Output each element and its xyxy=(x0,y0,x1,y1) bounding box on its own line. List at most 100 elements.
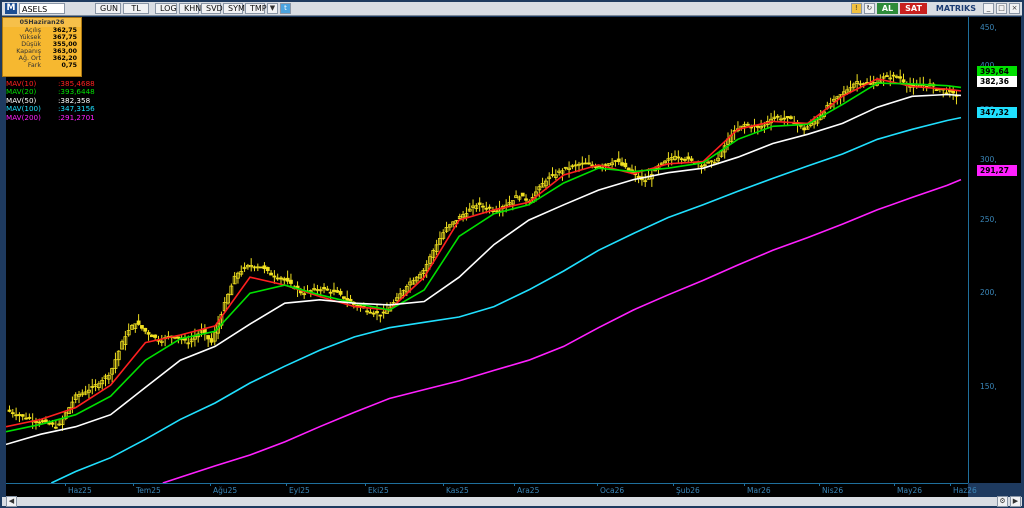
refresh-icon[interactable]: ↻ xyxy=(863,3,875,14)
x-tick-label: Eki25 xyxy=(368,486,389,495)
candle-body xyxy=(481,205,485,208)
candle-body xyxy=(524,198,528,201)
candle-body xyxy=(342,296,346,299)
candle-body xyxy=(14,414,19,417)
price-tag: 347,32 xyxy=(977,107,1017,119)
notification-icon[interactable]: ! xyxy=(850,3,862,14)
info-label: Açılış xyxy=(24,27,41,34)
x-tick-mark xyxy=(673,483,674,486)
candle-body xyxy=(176,336,181,339)
currency-button[interactable]: TL xyxy=(123,3,149,14)
x-tick-label: Kas25 xyxy=(446,486,469,495)
price-tag: 291,27 xyxy=(977,164,1017,176)
candle-body xyxy=(583,162,588,165)
info-label: Fark xyxy=(27,62,41,69)
candle-body xyxy=(620,162,624,166)
chart-window: M ASELS GUN TL LOG KHN SVD SYM TMP ▼ t !… xyxy=(0,0,1024,508)
svd-button[interactable]: SVD xyxy=(201,3,223,14)
scroll-left-icon[interactable]: ◀ xyxy=(6,496,17,507)
info-value: 355,00 xyxy=(52,41,77,48)
candle-body xyxy=(44,419,48,423)
minimize-icon[interactable]: _ xyxy=(983,3,994,14)
candle-body xyxy=(50,422,55,425)
x-tick-label: Nis26 xyxy=(822,486,844,495)
candle-body xyxy=(745,123,750,126)
candle-body xyxy=(951,90,956,94)
buy-button[interactable]: AL xyxy=(876,3,899,14)
candle-body xyxy=(146,332,151,335)
period-button[interactable]: GUN xyxy=(95,3,121,14)
candle-body xyxy=(626,167,631,172)
indicator-legend: MAV(10):385,4688 MAV(20):393,6448 MAV(50… xyxy=(6,79,95,122)
info-row: Ağ. Ort 362,20 xyxy=(3,55,81,62)
info-row: Düşük 355,00 xyxy=(3,41,81,48)
close-icon[interactable]: × xyxy=(1009,3,1020,14)
candle-body xyxy=(143,327,148,332)
x-tick-mark xyxy=(443,483,444,486)
info-label: Düşük xyxy=(21,41,41,48)
x-tick-mark xyxy=(744,483,745,486)
toolbar: M ASELS GUN TL LOG KHN SVD SYM TMP ▼ t !… xyxy=(2,2,1022,16)
khn-button[interactable]: KHN xyxy=(179,3,201,14)
x-tick-label: Ağu25 xyxy=(213,486,238,495)
sym-button[interactable]: SYM xyxy=(223,3,245,14)
candle-body xyxy=(53,426,58,429)
candle-body xyxy=(140,325,144,329)
symbol-input[interactable]: ASELS xyxy=(19,3,65,14)
ohlc-info-box: 05Haziran26 Açılış 362,75 Yüksek 367,75 Dü… xyxy=(2,17,82,77)
candle-body xyxy=(345,298,350,301)
candle-body xyxy=(683,159,687,161)
x-tick-mark xyxy=(894,483,895,486)
candle-body xyxy=(587,162,591,165)
candle-body xyxy=(259,266,264,269)
candle-body xyxy=(375,311,379,314)
candle-body xyxy=(802,127,807,131)
candle-body xyxy=(279,277,283,280)
info-label: Kapanış xyxy=(16,48,41,55)
candle-body xyxy=(7,409,12,412)
candle-body xyxy=(944,92,949,95)
settings-icon[interactable]: ⚙ xyxy=(997,496,1008,507)
info-row: Açılış 362,75 xyxy=(3,27,81,34)
candle-body xyxy=(689,158,694,161)
candle-body xyxy=(209,338,214,343)
info-value: 363,00 xyxy=(52,48,77,55)
sell-button[interactable]: SAT xyxy=(900,3,927,14)
candle-body xyxy=(381,311,386,314)
candle-body xyxy=(47,422,52,425)
price-chart xyxy=(5,69,962,484)
y-tick-label: 250, xyxy=(980,215,997,225)
candle-body xyxy=(699,165,704,168)
info-value: 362,75 xyxy=(52,27,77,34)
info-row: Fark 0,75 xyxy=(3,62,81,69)
y-tick-label: 150, xyxy=(980,382,997,392)
log-scale-button[interactable]: LOG xyxy=(155,3,177,14)
info-label: Yüksek xyxy=(19,34,41,41)
candle-body xyxy=(275,277,280,280)
candle-body xyxy=(285,277,290,282)
candle-body xyxy=(487,206,492,209)
y-tick-label: 300, xyxy=(980,155,997,165)
candle-body xyxy=(322,287,326,290)
plot-area[interactable] xyxy=(5,17,968,484)
info-row: Yüksek 367,75 xyxy=(3,34,81,41)
twitter-icon[interactable]: t xyxy=(280,3,291,14)
legend-mav200[interactable]: MAV(200):291,2701 xyxy=(6,113,95,122)
dropdown-arrow-icon[interactable]: ▼ xyxy=(267,3,278,14)
info-value: 0,75 xyxy=(61,62,77,69)
price-axis[interactable] xyxy=(968,17,1021,483)
candle-body xyxy=(368,311,373,314)
toolbar-right: ! ↻ AL SAT MATRIKS _ □ × xyxy=(849,3,1020,14)
candle-body xyxy=(24,417,28,420)
candle-body xyxy=(484,207,489,210)
candle-body xyxy=(10,412,15,415)
candle-body xyxy=(289,279,293,284)
candle-body xyxy=(789,116,793,119)
candle-body xyxy=(282,278,287,281)
maximize-icon[interactable]: □ xyxy=(996,3,1007,14)
candle-body xyxy=(34,421,38,423)
price-tag: 382,36 xyxy=(977,75,1017,87)
tmp-button[interactable]: TMP xyxy=(245,3,267,14)
x-tick-mark xyxy=(514,483,515,486)
scroll-right-icon[interactable]: ▶ xyxy=(1010,496,1021,507)
